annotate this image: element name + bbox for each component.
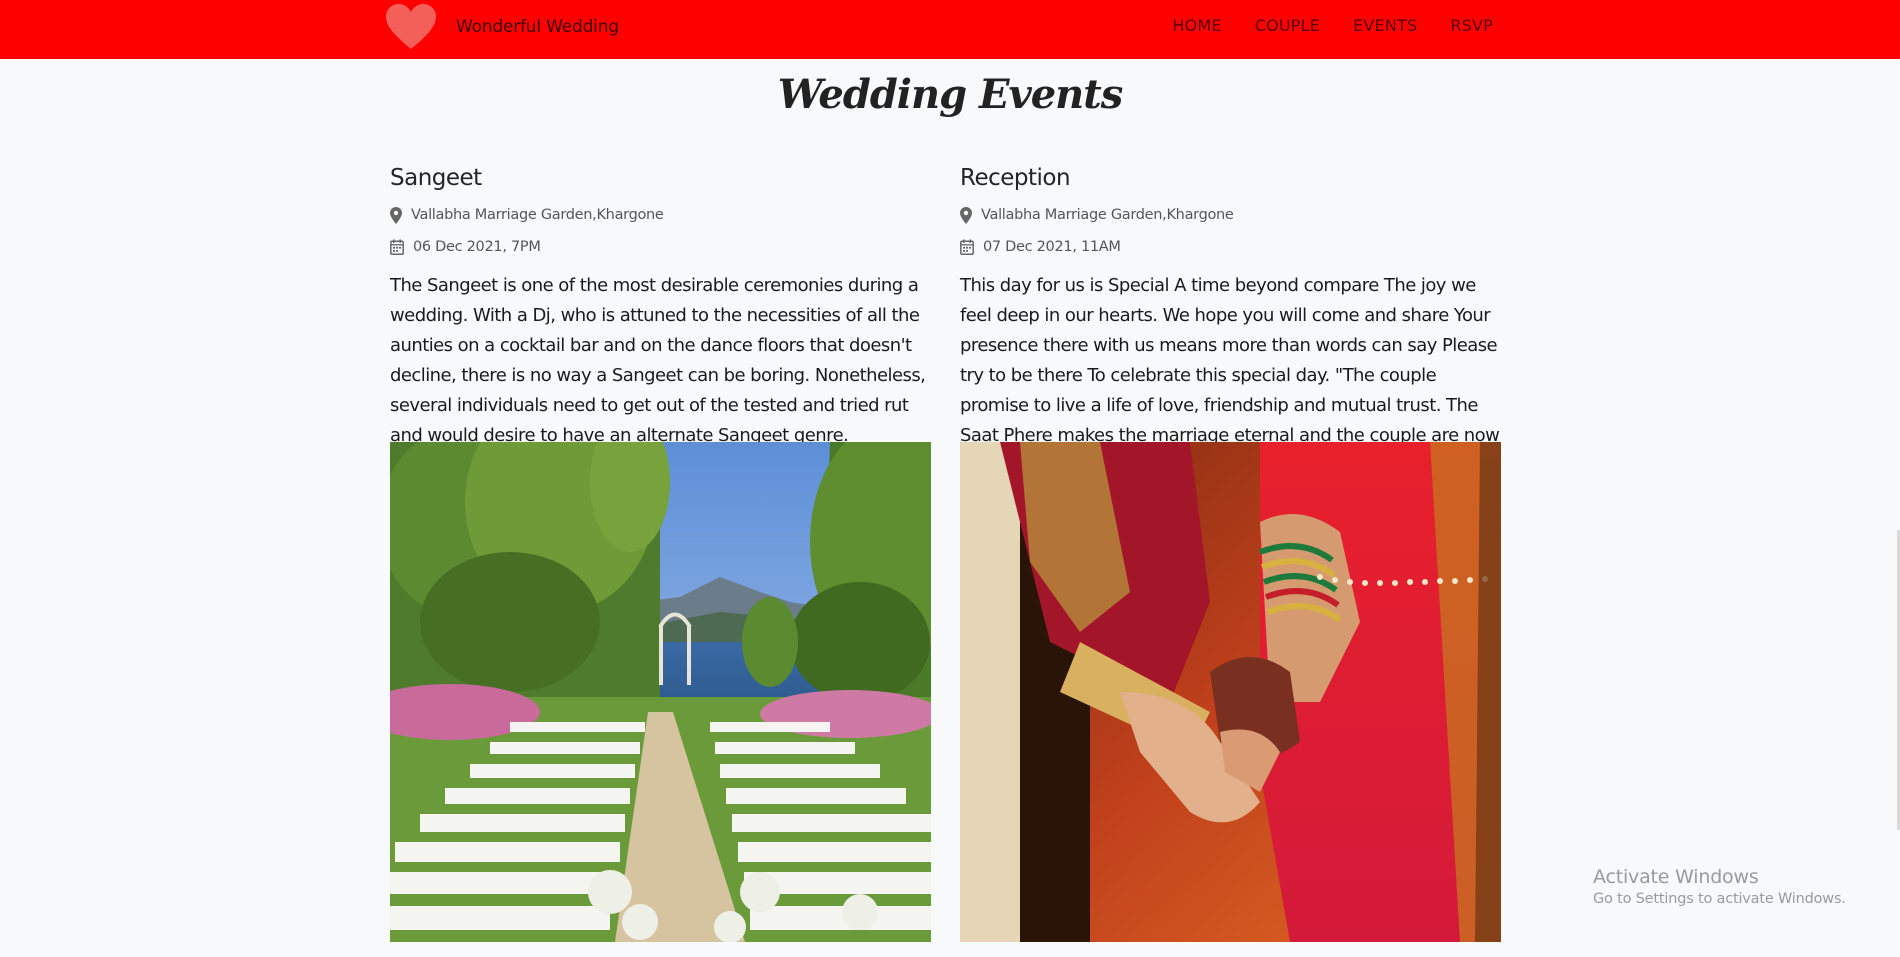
event-date-text: 07 Dec 2021, 11AM (983, 239, 1121, 255)
navbar: Wonderful Wedding HOME COUPLE EVENTS RSV… (0, 0, 1900, 59)
activate-windows-watermark: Activate Windows Go to Settings to activ… (1593, 866, 1846, 907)
watermark-subtitle: Go to Settings to activate Windows. (1593, 891, 1846, 907)
nav-events[interactable]: EVENTS (1353, 16, 1417, 35)
calendar-icon (960, 239, 974, 255)
watermark-title: Activate Windows (1593, 866, 1759, 888)
event-location: Vallabha Marriage Garden,Khargone (390, 199, 931, 231)
event-location-text: Vallabha Marriage Garden,Khargone (411, 207, 664, 223)
calendar-icon (390, 239, 404, 255)
event-date-text: 06 Dec 2021, 7PM (413, 239, 541, 255)
event-location-text: Vallabha Marriage Garden,Khargone (981, 207, 1234, 223)
event-date: 07 Dec 2021, 11AM (960, 231, 1501, 263)
brand-link[interactable]: Wonderful Wedding (386, 4, 619, 50)
event-card-sangeet: Sangeet Vallabha Marriage Garden,Khargon… (390, 165, 931, 942)
sangeet-venue-photo (390, 442, 931, 942)
event-location: Vallabha Marriage Garden,Khargone (960, 199, 1501, 231)
reception-couple-photo (960, 442, 1501, 942)
page-scrollbar[interactable] (1896, 59, 1900, 957)
page-title: Wedding Events (777, 71, 1123, 118)
nav-couple[interactable]: COUPLE (1255, 16, 1320, 35)
event-title: Reception (960, 165, 1071, 191)
map-marker-icon (390, 206, 402, 224)
nav-home[interactable]: HOME (1172, 16, 1221, 35)
event-date: 06 Dec 2021, 7PM (390, 231, 931, 263)
nav-menu: HOME COUPLE EVENTS RSVP (1172, 16, 1493, 35)
event-description: The Sangeet is one of the most desirable… (390, 275, 926, 446)
nav-rsvp[interactable]: RSVP (1450, 16, 1493, 35)
event-description: This day for us is Special A time beyond… (960, 275, 1500, 476)
brand-name: Wonderful Wedding (456, 17, 619, 37)
map-marker-icon (960, 206, 972, 224)
event-title: Sangeet (390, 165, 482, 191)
event-card-reception: Reception Vallabha Marriage Garden,Kharg… (960, 165, 1501, 942)
heart-icon (386, 4, 436, 49)
